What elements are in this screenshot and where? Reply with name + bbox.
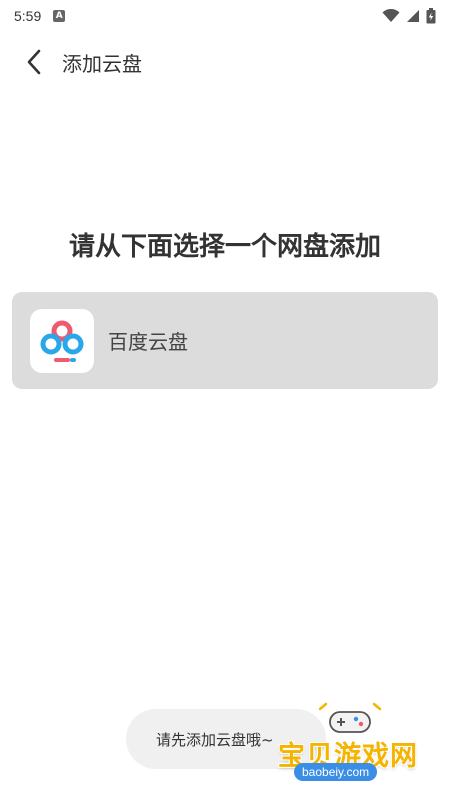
status-bar: 5:59 A (0, 0, 450, 32)
baidu-cloud-logo-icon (30, 308, 94, 373)
status-time: 5:59 (14, 8, 42, 24)
baidu-cloud-provider-item[interactable]: 百度云盘 (12, 292, 438, 389)
provider-name: 百度云盘 (108, 330, 188, 354)
screen: 5:59 A 添加云盘 请从下面选择一个网盘添加 百度云盘 请先添加云盘哦~ 宝… (0, 0, 450, 800)
signal-icon (407, 10, 419, 22)
watermark-url: baobeiy.com (294, 763, 378, 781)
battery-icon (426, 8, 436, 24)
chevron-left-icon (27, 49, 41, 75)
status-icons (382, 8, 436, 24)
notification-icon: A (53, 10, 66, 22)
select-heading: 请从下面选择一个网盘添加 (68, 232, 381, 262)
wifi-icon (382, 9, 400, 22)
watermark: 宝贝游戏网 baobeiy.com (274, 700, 424, 790)
page-title: 添加云盘 (62, 51, 142, 76)
app-bar: 添加云盘 (0, 36, 450, 88)
back-button[interactable] (14, 42, 54, 82)
